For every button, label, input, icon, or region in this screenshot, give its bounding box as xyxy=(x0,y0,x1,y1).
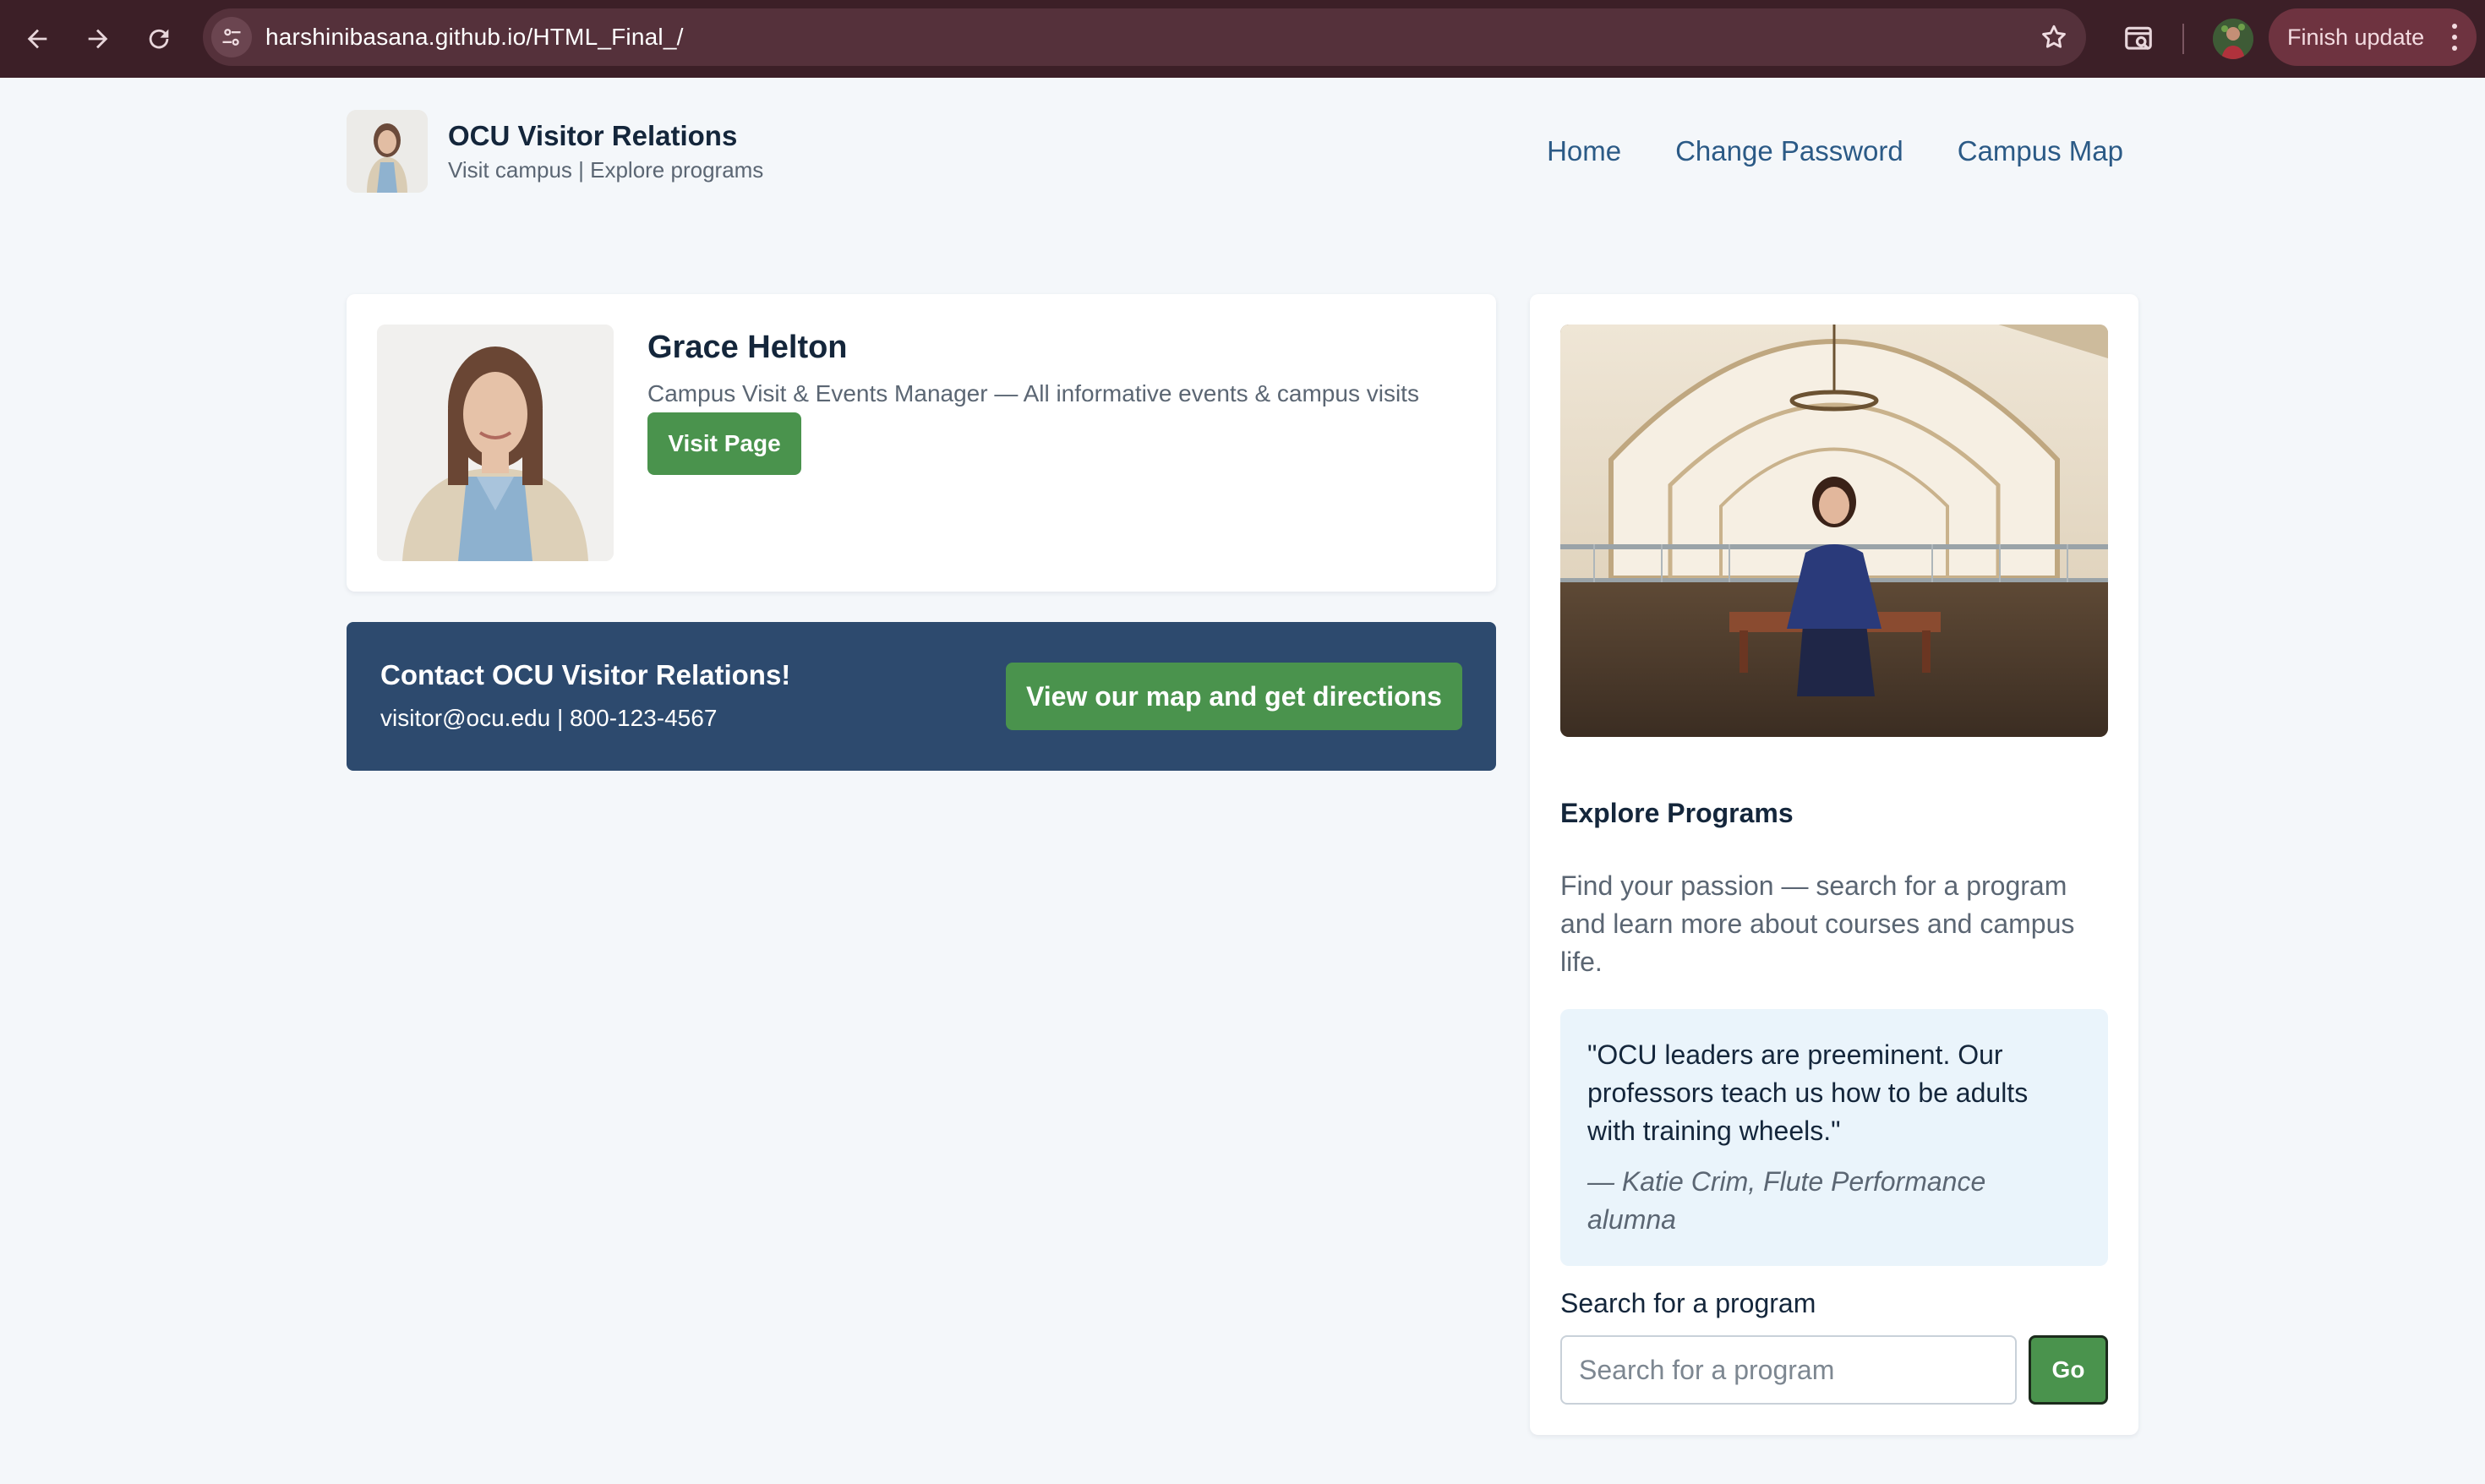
reload-button[interactable] xyxy=(139,19,179,59)
tab-search-button[interactable] xyxy=(2118,19,2159,59)
brand-name: OCU Visitor Relations xyxy=(448,120,738,151)
site-header: OCU Visitor Relations Visit campus | Exp… xyxy=(347,110,2123,194)
address-bar[interactable]: harshinibasana.github.io/HTML_Final_/ xyxy=(203,8,2086,66)
back-button[interactable] xyxy=(17,19,57,59)
staff-role: Campus Visit & Events Manager — All info… xyxy=(647,380,1419,406)
finish-update-button[interactable]: Finish update xyxy=(2269,8,2477,66)
site-logo[interactable] xyxy=(347,110,428,193)
main-nav: Home Change Password Campus Map xyxy=(1547,135,2123,167)
staff-name: Grace Helton xyxy=(647,330,848,365)
brand-tagline: Visit campus | Explore programs xyxy=(448,157,764,183)
tab-search-icon xyxy=(2125,26,2152,50)
nav-link-campus-map[interactable]: Campus Map xyxy=(1958,135,2123,167)
explore-programs-heading: Explore Programs xyxy=(1560,798,1794,828)
browser-toolbar: harshinibasana.github.io/HTML_Final_/ Fi… xyxy=(0,0,2485,78)
more-menu-icon xyxy=(2446,20,2463,54)
bookmark-star-button[interactable] xyxy=(2037,20,2071,54)
finish-update-label: Finish update xyxy=(2287,24,2425,50)
reload-icon xyxy=(149,29,169,49)
avatar-icon xyxy=(2213,19,2253,59)
quote-author: — Katie Crim, Flute Performance alumna xyxy=(1587,1166,1986,1235)
map-directions-button[interactable]: View our map and get directions xyxy=(1006,663,1462,730)
star-icon xyxy=(2042,25,2066,48)
arrow-left-icon xyxy=(27,29,47,49)
explore-sidebar: Explore Programs Find your passion — sea… xyxy=(1530,294,2138,1435)
campus-hero-image xyxy=(1560,325,2108,737)
program-search-go-button[interactable]: Go xyxy=(2029,1335,2108,1405)
staff-portrait-image xyxy=(377,325,614,561)
staff-photo xyxy=(377,325,614,561)
program-search-label: Search for a program xyxy=(1560,1288,1816,1318)
url-text[interactable]: harshinibasana.github.io/HTML_Final_/ xyxy=(265,8,684,66)
testimonial-quote: "OCU leaders are preeminent. Our profess… xyxy=(1560,1009,2108,1266)
hall-photo-image xyxy=(1560,325,2108,737)
contact-info: visitor@ocu.edu | 800-123-4567 xyxy=(380,705,718,731)
contact-banner: Contact OCU Visitor Relations! visitor@o… xyxy=(347,622,1496,771)
explore-description: Find your passion — search for a program… xyxy=(1560,870,2075,977)
logo-portrait-image xyxy=(347,110,428,193)
nav-link-home[interactable]: Home xyxy=(1547,135,1621,167)
toolbar-divider xyxy=(2182,24,2184,54)
quote-text: "OCU leaders are preeminent. Our profess… xyxy=(1587,1039,2029,1146)
tune-icon xyxy=(222,29,241,46)
site-info-button[interactable] xyxy=(211,17,252,57)
nav-link-change-password[interactable]: Change Password xyxy=(1675,135,1903,167)
arrow-right-icon xyxy=(88,29,108,49)
program-search-input[interactable] xyxy=(1560,1335,2017,1405)
forward-button[interactable] xyxy=(78,19,118,59)
contact-title: Contact OCU Visitor Relations! xyxy=(380,659,791,690)
profile-avatar[interactable] xyxy=(2213,19,2253,59)
visit-page-button[interactable]: Visit Page xyxy=(647,412,801,475)
staff-profile-card: Grace Helton Campus Visit & Events Manag… xyxy=(347,294,1496,592)
